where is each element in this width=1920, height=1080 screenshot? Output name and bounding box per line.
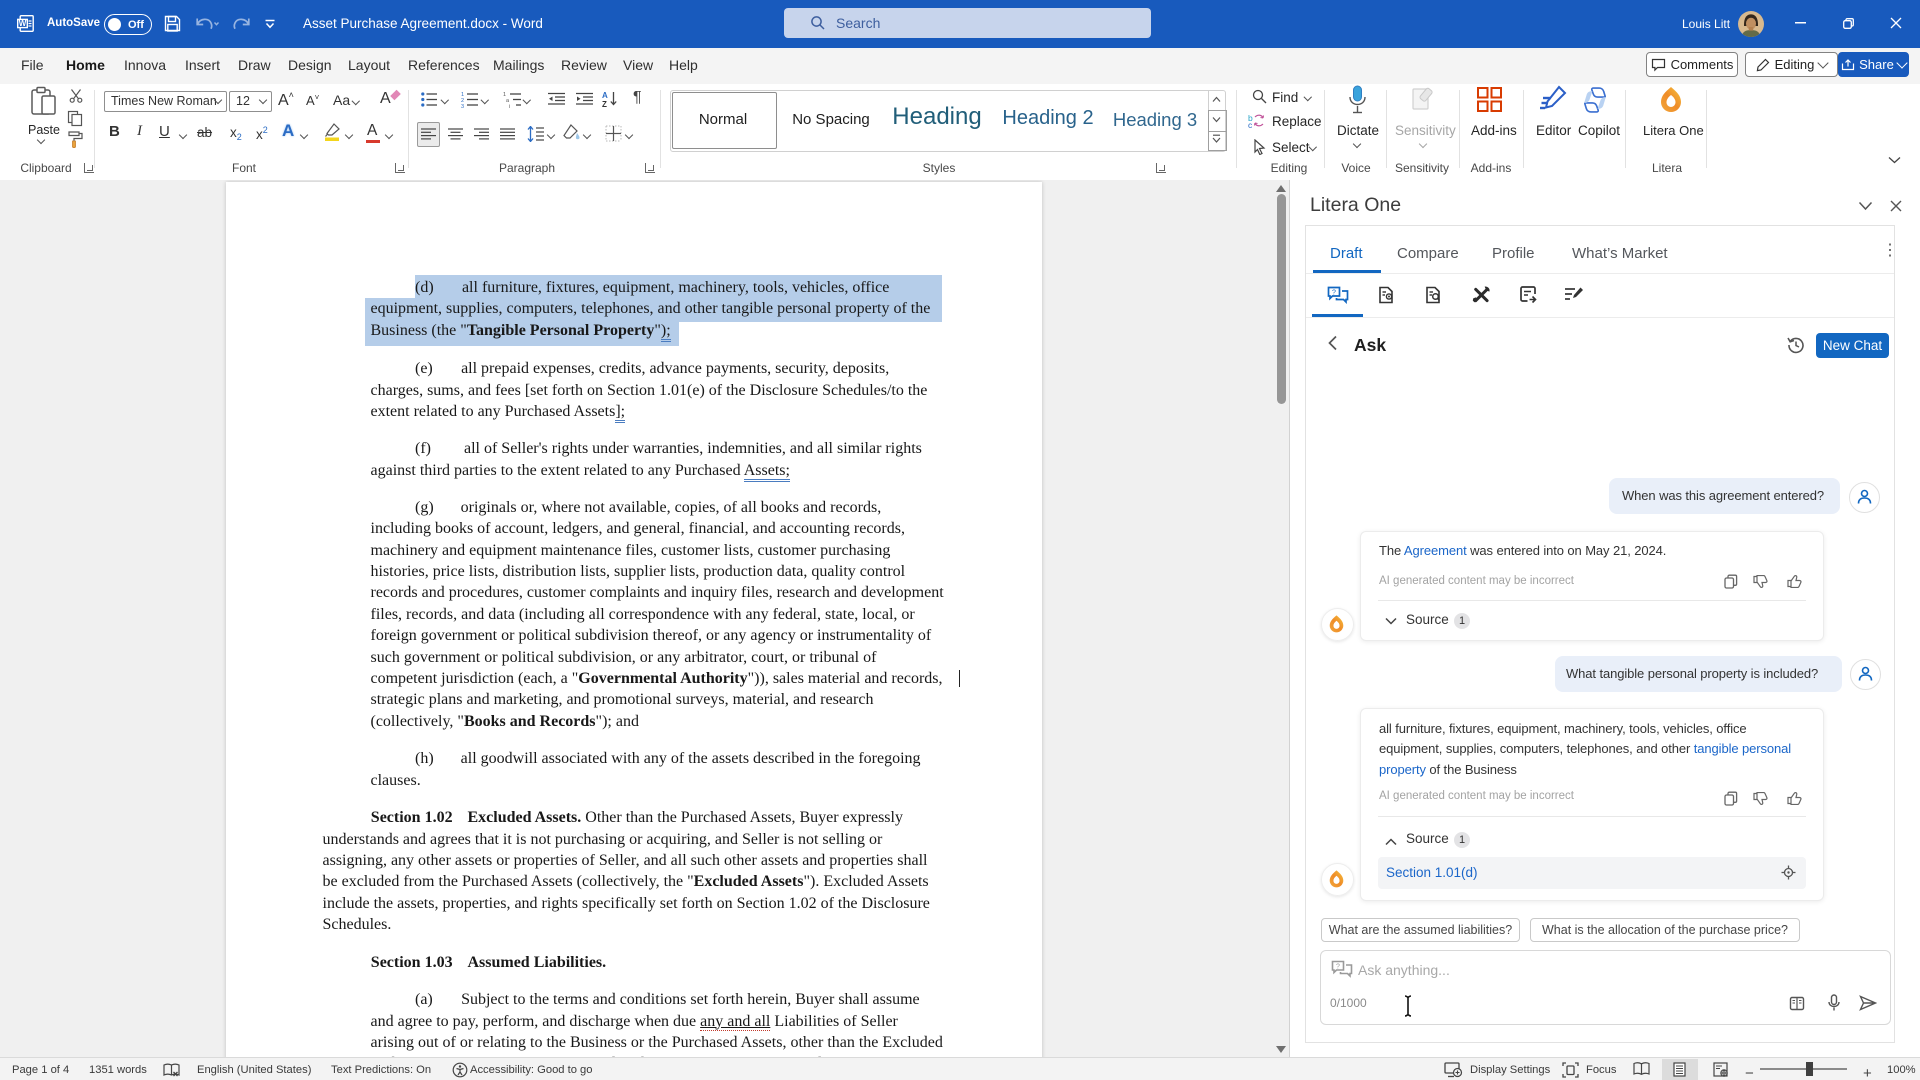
svg-text:A: A [602, 91, 608, 100]
svg-text:W: W [19, 19, 27, 28]
svg-text:?: ? [1336, 963, 1340, 970]
svg-text:?: ? [1332, 289, 1336, 296]
svg-text:i: i [509, 104, 510, 108]
svg-text:3: 3 [461, 104, 464, 108]
svg-text:Z: Z [602, 100, 607, 108]
